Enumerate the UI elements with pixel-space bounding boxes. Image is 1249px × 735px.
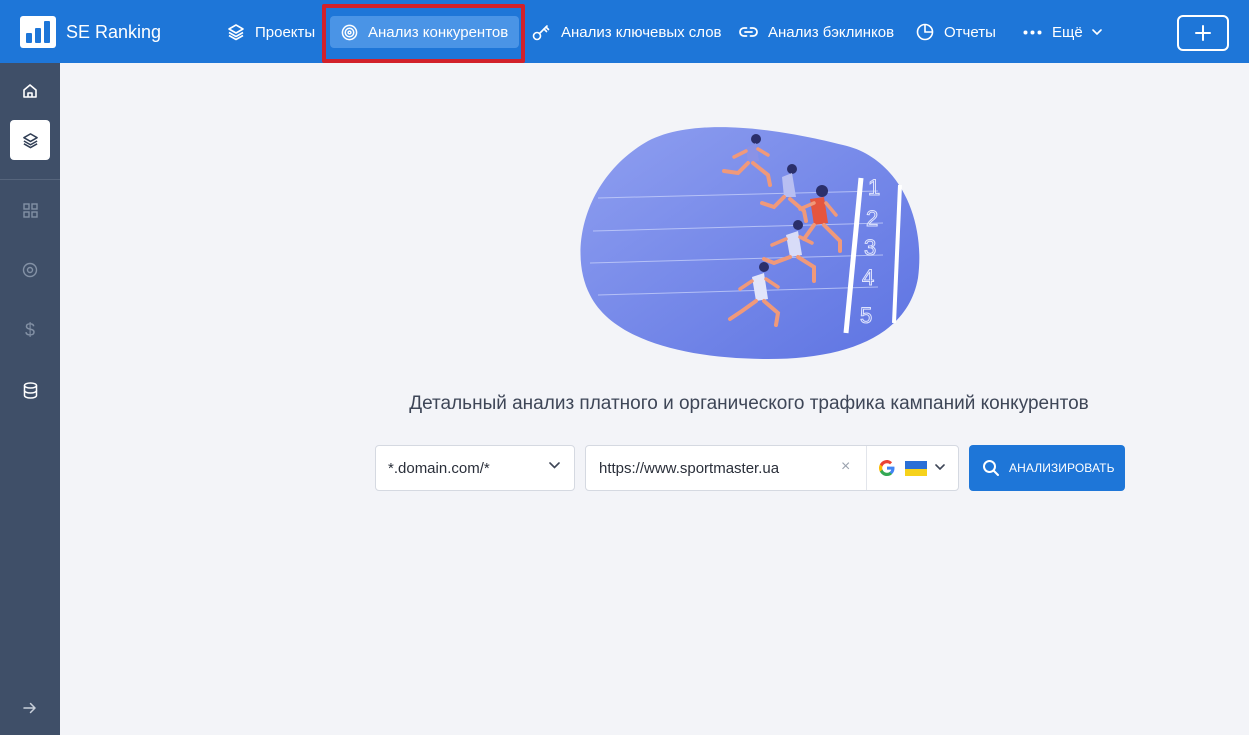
chevron-down-icon[interactable] bbox=[935, 464, 945, 470]
more-dots-icon bbox=[1023, 30, 1042, 34]
top-navigation-bar: SE Ranking Проекты Анализ конкурентов Ан… bbox=[0, 0, 1249, 63]
sidebar-expand-toggle[interactable] bbox=[10, 688, 50, 728]
sidebar-item-competitors[interactable] bbox=[10, 250, 50, 290]
url-input-group: × bbox=[585, 445, 959, 491]
home-icon bbox=[23, 84, 37, 98]
lane-number: 4 bbox=[862, 265, 874, 290]
search-icon bbox=[983, 460, 999, 476]
domain-scope-select[interactable]: *.domain.com/* bbox=[375, 445, 575, 491]
layers-icon bbox=[228, 24, 244, 41]
domain-url-input[interactable] bbox=[587, 447, 837, 489]
sidebar-divider bbox=[0, 179, 60, 180]
target-icon bbox=[341, 24, 358, 40]
nav-reports[interactable]: Отчеты bbox=[908, 16, 1004, 48]
ukraine-flag-icon[interactable] bbox=[905, 461, 927, 476]
target-icon bbox=[22, 262, 38, 278]
dollar-icon: $ bbox=[24, 319, 35, 340]
layers-icon bbox=[22, 132, 38, 148]
nav-backlink-analysis-label: Анализ бэклинков bbox=[768, 23, 895, 41]
sidebar-item-billing[interactable]: $ bbox=[10, 310, 50, 350]
link-icon bbox=[739, 27, 758, 37]
nav-reports-label: Отчеты bbox=[944, 23, 996, 41]
clear-icon[interactable]: × bbox=[841, 458, 850, 476]
nav-projects[interactable]: Проекты bbox=[219, 16, 323, 48]
se-ranking-logo-icon[interactable] bbox=[20, 16, 56, 48]
sidebar-item-home[interactable] bbox=[10, 71, 50, 111]
input-divider bbox=[866, 446, 867, 490]
lane-number: 2 bbox=[866, 206, 878, 231]
key-icon bbox=[532, 24, 550, 40]
app-name[interactable]: SE Ranking bbox=[66, 22, 161, 43]
nav-competitor-analysis-label: Анализ конкурентов bbox=[368, 23, 509, 41]
page-headline: Детальный анализ платного и органическог… bbox=[409, 393, 1089, 414]
nav-more[interactable]: Ещё bbox=[1015, 16, 1110, 48]
plus-icon bbox=[1195, 25, 1211, 41]
chevron-down-icon bbox=[1091, 29, 1102, 35]
nav-backlink-analysis[interactable]: Анализ бэклинков bbox=[731, 16, 902, 48]
runners-illustration: 1 2 3 4 5 bbox=[580, 127, 920, 359]
domain-scope-value: *.domain.com/* bbox=[388, 459, 490, 477]
grid-icon bbox=[22, 202, 38, 218]
nav-projects-label: Проекты bbox=[255, 23, 316, 41]
analyze-button-label: АНАЛИЗИРОВАТЬ bbox=[1009, 461, 1115, 475]
google-icon[interactable] bbox=[878, 459, 896, 477]
analyze-button[interactable]: АНАЛИЗИРОВАТЬ bbox=[969, 445, 1125, 491]
sidebar-item-projects[interactable] bbox=[10, 120, 50, 160]
lane-number: 1 bbox=[868, 175, 880, 200]
add-new-button[interactable] bbox=[1177, 15, 1229, 51]
nav-competitor-analysis[interactable]: Анализ конкурентов bbox=[330, 16, 520, 48]
lane-number: 3 bbox=[864, 235, 876, 260]
lane-number: 5 bbox=[860, 303, 872, 328]
arrow-right-icon bbox=[23, 702, 36, 714]
nav-more-label: Ещё bbox=[1052, 23, 1083, 41]
chevron-down-icon bbox=[549, 462, 560, 469]
sidebar-item-dashboard[interactable] bbox=[10, 190, 50, 230]
nav-keyword-analysis-label: Анализ ключевых слов bbox=[561, 23, 722, 41]
nav-keyword-analysis[interactable]: Анализ ключевых слов bbox=[524, 16, 730, 48]
pie-chart-icon bbox=[916, 23, 934, 41]
